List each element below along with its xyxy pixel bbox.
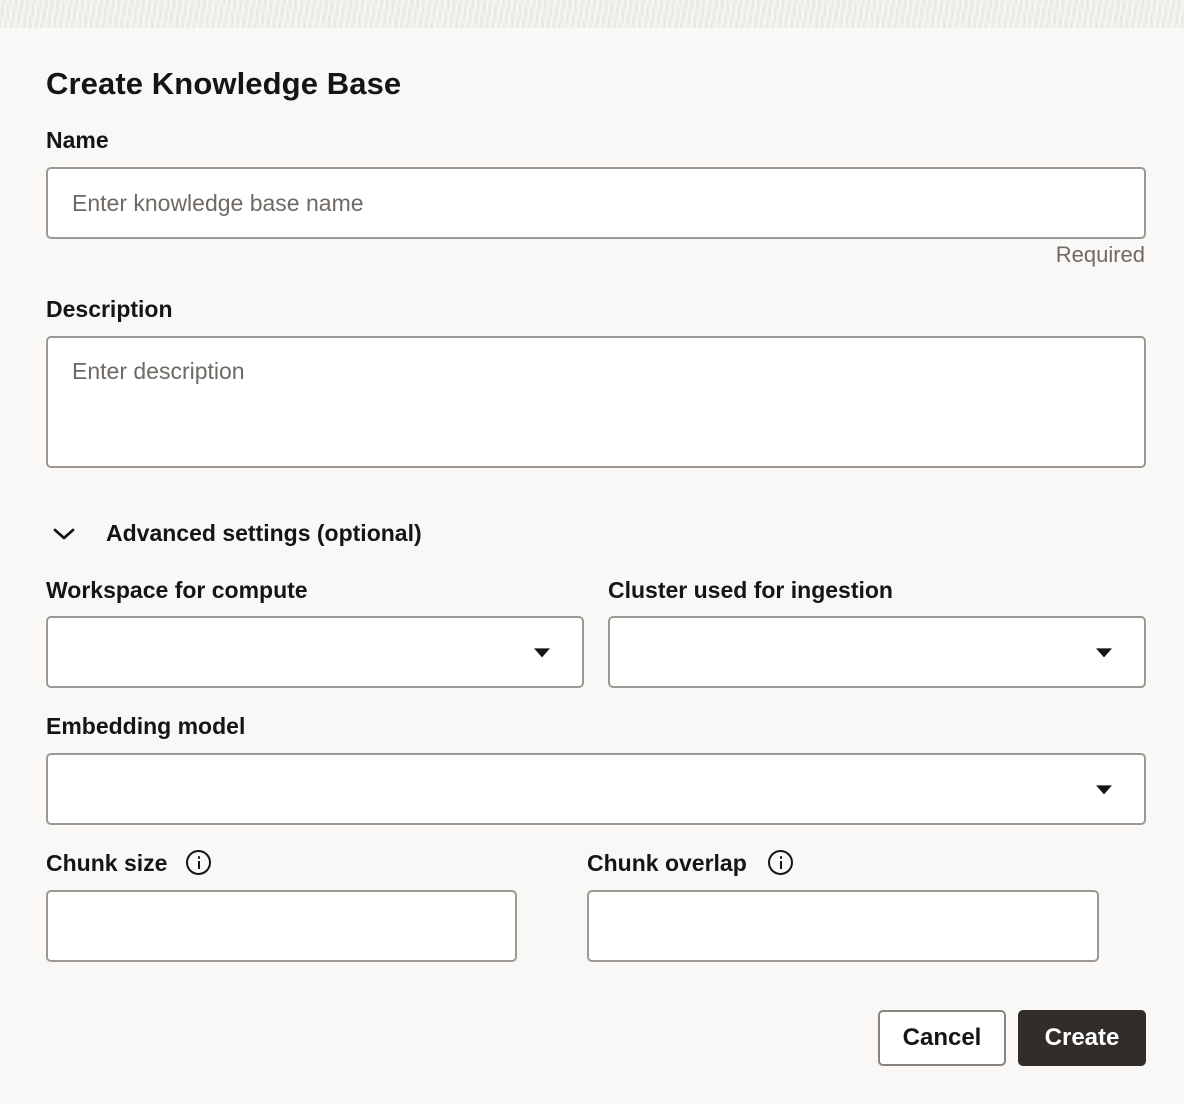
advanced-settings-label: Advanced settings (optional) bbox=[106, 520, 422, 546]
create-button[interactable]: Create bbox=[1018, 1010, 1146, 1066]
name-required-helper: Required bbox=[1055, 242, 1145, 267]
name-input[interactable] bbox=[48, 169, 1144, 237]
cancel-button[interactable]: Cancel bbox=[878, 1010, 1006, 1066]
chunk-size-field-container bbox=[46, 890, 517, 962]
description-field-container bbox=[46, 336, 1146, 468]
chevron-down-icon bbox=[53, 528, 75, 540]
chunk-size-info-icon[interactable] bbox=[186, 850, 211, 875]
description-label: Description bbox=[46, 296, 173, 322]
chunk-size-input[interactable] bbox=[48, 892, 515, 960]
chunk-size-label: Chunk size bbox=[46, 850, 168, 876]
dialog-title: Create Knowledge Base bbox=[46, 66, 402, 101]
chunk-overlap-field-container bbox=[587, 890, 1099, 962]
embedding-model-select[interactable] bbox=[46, 753, 1146, 825]
name-field-container bbox=[46, 167, 1146, 239]
chunk-overlap-info-icon[interactable] bbox=[768, 850, 793, 875]
workspace-select[interactable] bbox=[46, 616, 584, 688]
caret-down-icon bbox=[1096, 785, 1112, 795]
advanced-settings-toggle[interactable]: Advanced settings (optional) bbox=[46, 514, 446, 556]
window-top-strip bbox=[0, 0, 1184, 28]
caret-down-icon bbox=[1096, 648, 1112, 658]
chunk-overlap-label: Chunk overlap bbox=[587, 850, 747, 876]
name-label: Name bbox=[46, 127, 109, 153]
caret-down-icon bbox=[534, 648, 550, 658]
embedding-model-label: Embedding model bbox=[46, 713, 246, 739]
chunk-overlap-input[interactable] bbox=[589, 892, 1097, 960]
description-textarea[interactable] bbox=[48, 338, 1144, 466]
cluster-label: Cluster used for ingestion bbox=[608, 577, 893, 603]
workspace-label: Workspace for compute bbox=[46, 577, 308, 603]
cluster-select[interactable] bbox=[608, 616, 1146, 688]
